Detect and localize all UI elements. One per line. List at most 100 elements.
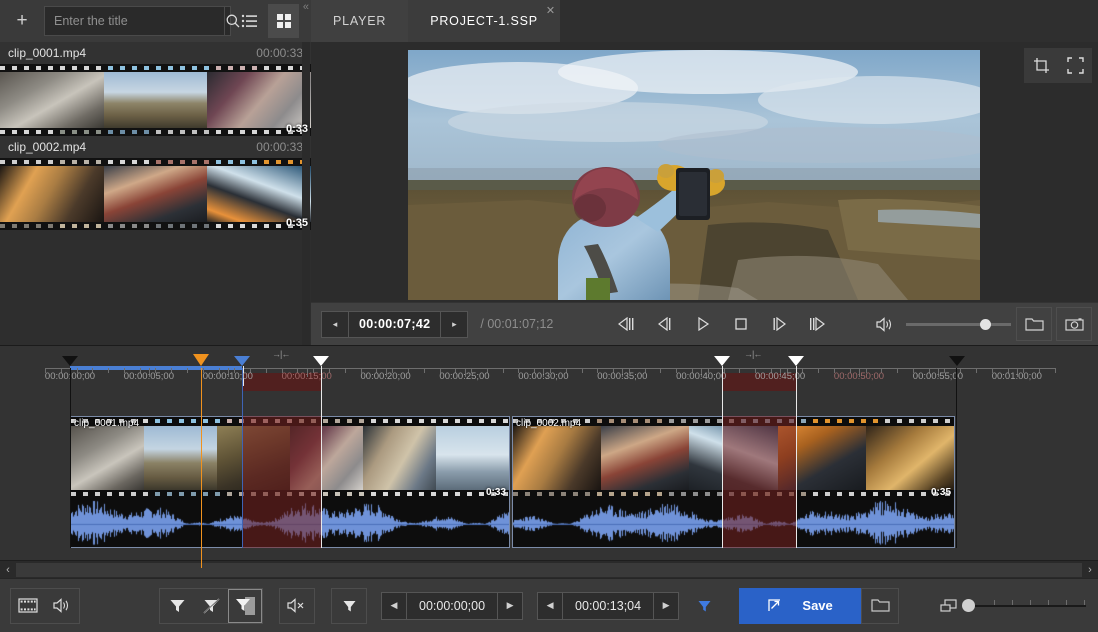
crop-icon[interactable] — [1024, 48, 1058, 83]
perforation — [132, 160, 137, 164]
grid-view-icon[interactable] — [268, 4, 299, 38]
perforation-row — [513, 490, 954, 498]
thumbnail — [513, 426, 601, 490]
fullscreen-icon[interactable] — [1058, 48, 1092, 83]
marker-zone1-end[interactable] — [313, 356, 329, 366]
marker-range-end[interactable] — [234, 356, 250, 366]
frame-forward-button[interactable] — [760, 309, 798, 339]
filter-icon[interactable] — [160, 589, 194, 623]
clip-end-time: 0:35 — [931, 487, 951, 498]
perforation — [549, 492, 554, 496]
video-preview[interactable] — [408, 50, 980, 300]
filter-disabled-icon[interactable] — [194, 589, 228, 623]
add-media-button[interactable]: + — [4, 4, 40, 38]
marker-in[interactable] — [62, 356, 78, 366]
play-button[interactable] — [684, 309, 722, 339]
filter-dropdown-icon[interactable] — [332, 589, 366, 623]
perforation — [383, 419, 388, 423]
volume-icon[interactable] — [876, 317, 894, 332]
chevron-left-icon[interactable]: ‹ — [0, 564, 16, 576]
close-icon[interactable]: ✕ — [546, 4, 556, 17]
stop-button[interactable] — [722, 309, 760, 339]
perforation — [252, 160, 257, 164]
collapse-chevrons-icon[interactable]: « — [303, 1, 309, 13]
step-forward-button[interactable] — [798, 309, 836, 339]
marker-zone2-start[interactable] — [714, 356, 730, 366]
perforation — [96, 224, 101, 228]
volume-slider[interactable] — [906, 323, 1011, 326]
range-end-stepper: ◀ 00:00:13;04 ▶ — [537, 592, 679, 620]
timeline-clip[interactable]: clip_0002.mp4 0:35 — [512, 416, 955, 548]
scrollbar-thumb[interactable] — [16, 563, 1082, 577]
perforation — [84, 66, 89, 70]
film-strip-icon[interactable] — [11, 589, 45, 623]
perforation — [264, 66, 269, 70]
chevron-right-icon[interactable]: › — [1082, 564, 1098, 576]
current-timecode[interactable]: 00:00:07;42 — [348, 312, 441, 337]
perforation — [837, 492, 842, 496]
search-input[interactable] — [45, 14, 224, 28]
perforation — [179, 492, 184, 496]
library-filmstrip[interactable]: 0:33 — [0, 64, 311, 136]
volume-knob[interactable] — [980, 319, 991, 330]
step-back-button[interactable] — [608, 309, 646, 339]
library-filmstrip[interactable]: 0:35 — [0, 158, 311, 230]
perforation — [96, 160, 101, 164]
range-start-value[interactable]: 00:00:00;00 — [406, 593, 498, 619]
perforation — [885, 492, 890, 496]
timecode-next-button[interactable]: ▸ — [441, 312, 467, 337]
thumbnail — [144, 426, 217, 490]
tab-project[interactable]: PROJECT-1.SSP ✕ — [408, 0, 560, 42]
list-item[interactable]: clip_0001.mp4 00:00:33 0:33 — [0, 42, 311, 136]
list-item[interactable]: clip_0002.mp4 00:00:33 0:35 — [0, 136, 311, 230]
ruler-tick — [345, 368, 346, 373]
playhead-line[interactable] — [201, 368, 202, 568]
audio-wave-icon[interactable] — [45, 589, 79, 623]
perforation — [252, 130, 257, 134]
range-start-prev[interactable]: ◀ — [382, 593, 406, 619]
list-view-icon[interactable] — [234, 4, 265, 38]
perforation — [96, 130, 101, 134]
filter-group — [159, 588, 263, 624]
perforation — [107, 492, 112, 496]
apply-filter-icon[interactable] — [687, 589, 721, 623]
mute-icon[interactable] — [280, 589, 314, 623]
tab-player[interactable]: PLAYER — [311, 0, 408, 42]
zoom-knob[interactable] — [962, 599, 975, 612]
perforation — [216, 224, 221, 228]
camera-icon[interactable] — [1056, 307, 1092, 341]
marker-zone2-end[interactable] — [788, 356, 804, 366]
perforation — [36, 130, 41, 134]
range-end-prev[interactable]: ◀ — [538, 593, 562, 619]
timecode-prev-button[interactable]: ◂ — [322, 312, 348, 337]
range-end-value[interactable]: 00:00:13;04 — [562, 593, 654, 619]
thumbnail — [601, 426, 689, 490]
perforation — [359, 492, 364, 496]
folder-icon[interactable] — [1016, 307, 1052, 341]
thumbnail — [363, 426, 436, 490]
perforation — [729, 419, 734, 423]
zoom-track[interactable] — [968, 605, 1086, 607]
perforation — [264, 160, 269, 164]
timeline-clip[interactable]: clip_0001.mp4 0:33 — [70, 416, 510, 548]
range-start-next[interactable]: ▶ — [498, 593, 522, 619]
perforation — [72, 224, 77, 228]
filter-selected-icon[interactable] — [228, 589, 262, 623]
perforation — [36, 160, 41, 164]
playhead-marker[interactable] — [193, 354, 209, 366]
perforation — [431, 419, 436, 423]
frame-back-button[interactable] — [646, 309, 684, 339]
save-button[interactable]: Save — [739, 588, 861, 624]
marker-out[interactable] — [949, 356, 965, 366]
ruler-label: 00:00:20;00 — [361, 371, 411, 382]
perforation — [765, 419, 770, 423]
perforation — [48, 130, 53, 134]
timeline-zoom-slider[interactable] — [940, 598, 1086, 614]
perforation — [585, 419, 590, 423]
timeline-ruler[interactable]: 00:00:00;0000:00:05;0000:00:10;0000:00:1… — [0, 346, 1098, 386]
open-folder-icon[interactable] — [861, 588, 899, 624]
perforation — [156, 66, 161, 70]
perforation — [0, 160, 5, 164]
range-end-next[interactable]: ▶ — [654, 593, 678, 619]
timeline-horizontal-scrollbar[interactable]: ‹ › — [0, 560, 1098, 578]
